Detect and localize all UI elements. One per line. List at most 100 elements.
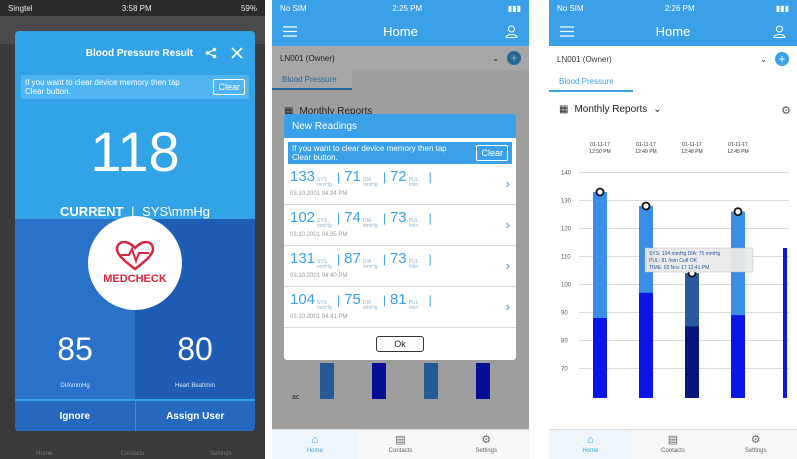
close-icon[interactable] bbox=[229, 45, 245, 61]
chevron-down-icon: ⌄ bbox=[760, 54, 767, 64]
menu-icon[interactable] bbox=[559, 23, 575, 39]
user-selector[interactable]: LN001 (Owner) ⌄ + bbox=[549, 46, 797, 72]
x-category-label: 12:50 PM bbox=[589, 149, 610, 155]
user-icon[interactable] bbox=[503, 23, 519, 39]
clock: 3:58 PM bbox=[121, 3, 152, 13]
add-icon[interactable]: + bbox=[775, 52, 789, 66]
tab-contacts[interactable]: Contacts bbox=[88, 431, 176, 459]
contacts-icon: ▤ bbox=[667, 434, 679, 446]
reading-pul: 73 bbox=[389, 250, 407, 267]
share-icon[interactable] bbox=[203, 45, 219, 61]
reading-values: 133 SYS mmHg | 71 DIA mmHg | 72 PUL /min | bbox=[290, 168, 510, 188]
divider: | bbox=[382, 211, 386, 225]
divider: | bbox=[382, 170, 386, 184]
tab-contacts[interactable]: ▤ Contacts bbox=[632, 430, 715, 459]
tab-contacts[interactable]: ▤ Contacts bbox=[358, 430, 444, 459]
sys-unit: SYS mmHg bbox=[317, 259, 332, 270]
pulse-label: Heart Beat\min bbox=[174, 383, 216, 389]
carrier: No SIM bbox=[280, 3, 307, 13]
tab-contacts-label: Contacts bbox=[120, 451, 145, 457]
card-actions: Ignore Assign User bbox=[15, 401, 255, 431]
tab-settings[interactable]: ⚙ Settings bbox=[714, 430, 797, 459]
phone-screen-monthly-chart: No SIM 2:26 PM ▮▮▮ Home LN001 (Owner) ⌄ … bbox=[549, 0, 797, 459]
status-bar: Singtel 3:58 PM 59% bbox=[0, 0, 265, 16]
result-title: Blood Pressure Result bbox=[85, 47, 193, 59]
phone-screen-new-readings: No SIM 2:25 PM ▮▮▮ Home LN001 (Owner) ⌄ … bbox=[272, 0, 529, 459]
reading-row[interactable]: 102 SYS mmHg | 74 DIA mmHg | 73 PUL /min | 03.10.… bbox=[284, 205, 516, 246]
ignore-button[interactable]: Ignore bbox=[15, 401, 135, 431]
tab-settings[interactable]: ⚙ Settings bbox=[443, 430, 529, 459]
gear-icon: ⚙ bbox=[750, 434, 761, 446]
battery-icon: ▮▮▮ bbox=[507, 3, 521, 13]
contacts-icon: ▤ bbox=[395, 434, 406, 446]
home-icon: ⌂ bbox=[587, 434, 594, 446]
clock: 2:25 PM bbox=[392, 3, 423, 13]
tab-blood-pressure[interactable]: Blood Pressure bbox=[549, 72, 633, 92]
bp-bar-chart: 70809010011012013014001-11-1712:50 PM01-… bbox=[561, 142, 789, 398]
menu-icon[interactable] bbox=[282, 23, 298, 39]
reading-date: 03.10.2001 04:41 PM bbox=[290, 314, 348, 320]
user-icon[interactable] bbox=[771, 23, 787, 39]
divider: | bbox=[382, 252, 386, 266]
tab-home[interactable]: ⌂ Home bbox=[549, 430, 632, 459]
dia-bar bbox=[639, 292, 653, 398]
nav-bar: Home bbox=[272, 16, 529, 46]
chevron-right-icon: › bbox=[505, 258, 510, 273]
reading-sys: 131 bbox=[290, 250, 316, 267]
tooltip-line: SYS: 104 mmHg DIA: 75 mmHg bbox=[649, 251, 721, 257]
chevron-right-icon: › bbox=[505, 176, 510, 191]
dia-bar bbox=[731, 315, 745, 398]
reading-row[interactable]: 133 SYS mmHg | 71 DIA mmHg | 72 PUL /min | 03.10.… bbox=[284, 164, 516, 205]
reading-sys: 102 bbox=[290, 209, 316, 226]
reading-dia: 71 bbox=[344, 168, 361, 185]
clear-memory-bar: If you want to clear device memory then … bbox=[288, 142, 512, 164]
x-category-label: 12:45 PM bbox=[727, 149, 748, 155]
tab-settings[interactable]: Settings bbox=[177, 431, 265, 459]
x-category-label: 01-11-17 bbox=[590, 142, 610, 148]
tab-contacts-label: Contacts bbox=[661, 448, 685, 454]
tab-settings-label: Settings bbox=[209, 451, 232, 457]
carrier: No SIM bbox=[557, 3, 584, 13]
monthly-reports-row[interactable]: ▦ Monthly Reports ⌄ bbox=[559, 104, 662, 115]
ok-button[interactable]: Ok bbox=[376, 336, 424, 352]
reading-dia: 74 bbox=[344, 209, 361, 226]
clear-button[interactable]: Clear bbox=[476, 145, 508, 161]
y-tick-label: 80 bbox=[561, 338, 568, 344]
x-category-label: 01-11-17 bbox=[728, 142, 748, 148]
chart-settings-icon[interactable]: ⚙ bbox=[781, 104, 791, 117]
current-label: CURRENT bbox=[59, 204, 124, 219]
home-icon: ⌂ bbox=[311, 434, 319, 446]
diastolic-label: DIA\mmHg bbox=[60, 383, 90, 389]
x-category-label: 01-11-17 bbox=[682, 142, 702, 148]
sys-marker bbox=[641, 201, 651, 211]
y-tick-label: 90 bbox=[561, 310, 568, 316]
dia-bar bbox=[685, 326, 699, 398]
assign-user-button[interactable]: Assign User bbox=[134, 401, 255, 431]
gear-icon: ⚙ bbox=[481, 434, 492, 446]
tab-home-label: Home bbox=[582, 448, 599, 454]
calendar-icon: ▦ bbox=[559, 104, 569, 115]
reading-dia: 87 bbox=[344, 250, 361, 267]
chevron-right-icon: › bbox=[505, 299, 510, 314]
modal-title: New Readings bbox=[284, 114, 516, 138]
reading-date: 03.10.2001 04:35 PM bbox=[290, 232, 348, 238]
divider: | bbox=[428, 252, 432, 266]
reading-row[interactable]: 131 SYS mmHg | 87 DIA mmHg | 73 PUL /min | 03.10.… bbox=[284, 246, 516, 287]
tab-home[interactable]: ⌂ Home bbox=[272, 430, 358, 459]
tooltip-line: TIME: 03 Nov 17 12:41 PM bbox=[649, 265, 709, 271]
sys-unit: SYS mmHg bbox=[317, 300, 332, 311]
reading-pul: 81 bbox=[389, 291, 407, 308]
reading-row[interactable]: 104 SYS mmHg | 75 DIA mmHg | 81 PUL /min | 03.10.… bbox=[284, 287, 516, 328]
divider: | bbox=[428, 211, 432, 225]
tab-home-label: Home bbox=[306, 448, 323, 454]
nav-title: Home bbox=[383, 23, 418, 39]
status-bar: No SIM 2:26 PM ▮▮▮ bbox=[549, 0, 797, 16]
clear-button[interactable]: Clear bbox=[213, 79, 245, 95]
y-tick-label: 120 bbox=[561, 226, 572, 232]
reading-sys: 133 bbox=[290, 168, 316, 185]
tooltip-line: PUL: 81 /min Cuff OK bbox=[649, 258, 698, 264]
clear-message: If you want to clear device memory then … bbox=[25, 78, 180, 96]
dia-unit: DIA mmHg bbox=[362, 300, 378, 311]
medcheck-logo: MEDCHECK bbox=[88, 216, 182, 310]
tab-home[interactable]: Home bbox=[0, 431, 88, 459]
